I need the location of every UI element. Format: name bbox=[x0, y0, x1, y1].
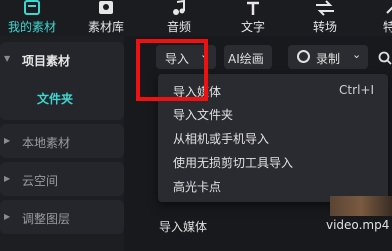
sidebar: ▼ 项目素材 文件夹 ▶ 本地素材 ▶ 云空间 ▶ 调整图层 bbox=[0, 36, 124, 251]
tab-effects-label: 特 bbox=[383, 20, 392, 34]
menu-item-highlight-beat[interactable]: 高光卡点 bbox=[158, 174, 388, 196]
tab-library[interactable]: 素材库 bbox=[82, 0, 130, 36]
sidebar-item-local-media[interactable]: ▶ 本地素材 bbox=[0, 124, 124, 160]
sidebar-item-label: 云空间 bbox=[22, 174, 59, 188]
tab-audio-label: 音频 bbox=[166, 20, 191, 34]
sidebar-adjust-card: ▶ 调整图层 bbox=[0, 200, 124, 234]
ai-paint-button[interactable]: AI绘画 bbox=[224, 45, 272, 69]
video-filename: video.mp4 bbox=[326, 218, 390, 232]
expand-down-icon: ▼ bbox=[4, 54, 11, 63]
sidebar-local-card: ▶ 本地素材 bbox=[0, 124, 124, 158]
highlight-box bbox=[136, 39, 208, 101]
tab-transition-label: 转场 bbox=[312, 20, 337, 34]
music-note-icon bbox=[173, 0, 185, 15]
tab-my-media[interactable]: 我的素材 bbox=[6, 0, 58, 36]
record-button[interactable]: 录制 ⌄ bbox=[288, 45, 368, 69]
expand-right-icon: ▶ bbox=[4, 136, 11, 145]
menu-item-import-from-device[interactable]: 从相机或手机导入 bbox=[158, 126, 388, 148]
sidebar-cloud-card: ▶ 云空间 bbox=[0, 162, 124, 196]
tab-text[interactable]: 文字 bbox=[236, 0, 270, 36]
menu-item-label: 使用无损剪切工具导入 bbox=[173, 156, 294, 170]
menu-item-label: 高光卡点 bbox=[173, 180, 222, 194]
transition-icon bbox=[316, 0, 334, 16]
project-media-section: ▼ 项目素材 文件夹 bbox=[0, 42, 124, 120]
tab-library-label: 素材库 bbox=[87, 20, 124, 34]
sidebar-item-cloud[interactable]: ▶ 云空间 bbox=[0, 162, 124, 198]
my-media-icon bbox=[24, 0, 40, 15]
top-toolbar: 我的素材 素材库 音频 文字 转场 特 bbox=[0, 0, 392, 36]
expand-right-icon: ▶ bbox=[4, 174, 11, 183]
tab-transition[interactable]: 转场 bbox=[308, 0, 342, 36]
record-button-label: 录制 bbox=[316, 52, 341, 66]
tab-audio[interactable]: 音频 bbox=[162, 0, 196, 36]
chevron-down-icon: ⌄ bbox=[352, 48, 362, 61]
sidebar-item-project-media[interactable]: ▼ 项目素材 bbox=[0, 42, 124, 78]
sidebar-item-label: 文件夹 bbox=[37, 92, 74, 106]
record-icon bbox=[297, 50, 310, 63]
sidebar-item-label: 项目素材 bbox=[22, 54, 71, 68]
menu-item-label: 从相机或手机导入 bbox=[173, 132, 270, 146]
tab-text-label: 文字 bbox=[240, 20, 265, 34]
sidebar-item-folder[interactable]: 文件夹 bbox=[0, 80, 124, 116]
sidebar-item-label: 调整图层 bbox=[22, 212, 71, 226]
text-icon bbox=[247, 1, 259, 15]
menu-item-import-folder[interactable]: 导入文件夹 bbox=[158, 102, 388, 124]
tab-effects[interactable]: 特 bbox=[380, 0, 392, 36]
library-icon bbox=[99, 1, 113, 14]
import-media-tile-label: 导入媒体 bbox=[159, 220, 208, 234]
sidebar-item-label: 本地素材 bbox=[22, 136, 71, 150]
menu-item-label: 导入文件夹 bbox=[173, 108, 234, 122]
sidebar-item-adjustment-layer[interactable]: ▶ 调整图层 bbox=[0, 200, 124, 236]
effects-icon bbox=[386, 6, 392, 14]
expand-right-icon: ▶ bbox=[4, 212, 11, 221]
video-thumbnail[interactable] bbox=[330, 196, 392, 216]
tab-my-media-label: 我的素材 bbox=[7, 20, 56, 34]
search-icon[interactable] bbox=[378, 51, 392, 65]
ai-paint-button-label: AI绘画 bbox=[228, 52, 264, 66]
menu-item-import-lossless[interactable]: 使用无损剪切工具导入 bbox=[158, 150, 388, 172]
menu-item-shortcut: Ctrl+I bbox=[339, 83, 374, 97]
